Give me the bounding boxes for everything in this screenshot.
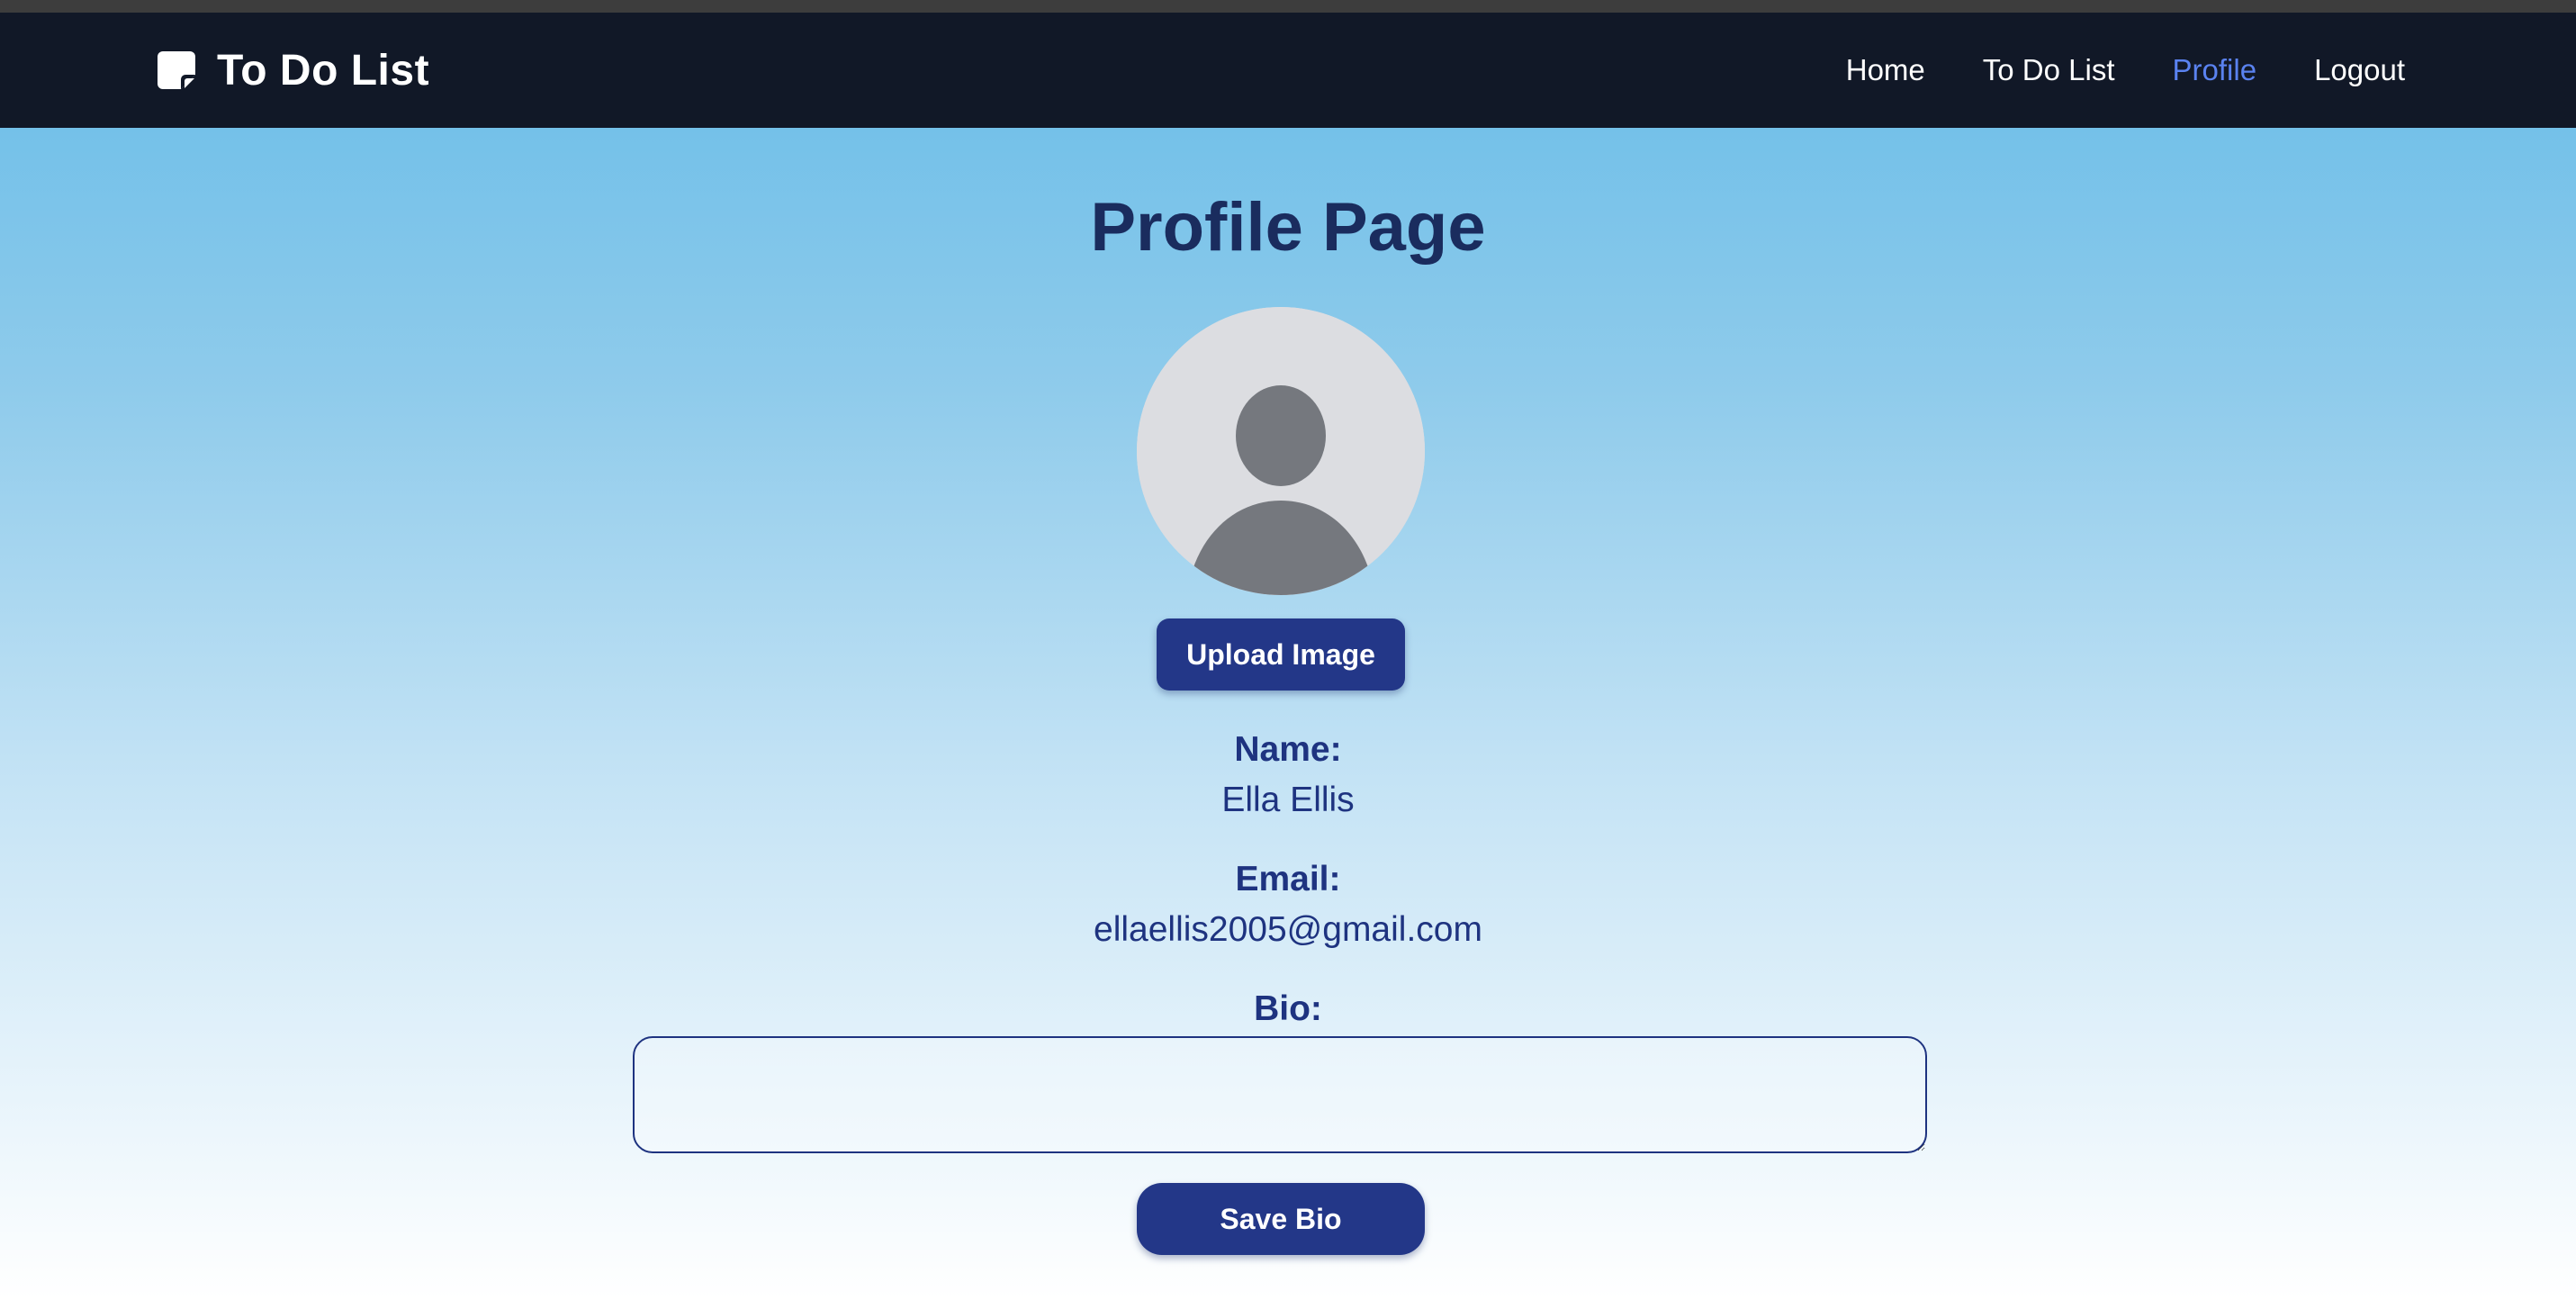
- nav-home-link[interactable]: Home: [1846, 53, 1925, 87]
- bio-label: Bio:: [1254, 989, 1322, 1028]
- upload-image-button[interactable]: Upload Image: [1157, 618, 1405, 691]
- browser-top-strip: [0, 0, 2576, 13]
- save-bio-button[interactable]: Save Bio: [1137, 1183, 1425, 1255]
- bio-textarea[interactable]: [633, 1036, 1927, 1153]
- sticky-note-icon: [158, 51, 195, 89]
- name-label: Name:: [1234, 730, 1342, 769]
- email-label: Email:: [1235, 860, 1341, 898]
- user-avatar-icon: [1137, 307, 1425, 595]
- nav-logout-link[interactable]: Logout: [2314, 53, 2405, 87]
- brand-title: To Do List: [217, 46, 430, 95]
- page-title: Profile Page: [1090, 189, 1486, 266]
- nav-todo-list-link[interactable]: To Do List: [1983, 53, 2115, 87]
- navbar: To Do List Home To Do List Profile Logou…: [0, 13, 2576, 128]
- nav-links: Home To Do List Profile Logout: [1846, 13, 2405, 128]
- email-value: ellaellis2005@gmail.com: [1094, 910, 1482, 949]
- avatar: [1137, 307, 1425, 595]
- name-value: Ella Ellis: [1221, 781, 1355, 819]
- brand-link[interactable]: To Do List: [158, 13, 429, 128]
- nav-profile-link[interactable]: Profile: [2173, 53, 2257, 87]
